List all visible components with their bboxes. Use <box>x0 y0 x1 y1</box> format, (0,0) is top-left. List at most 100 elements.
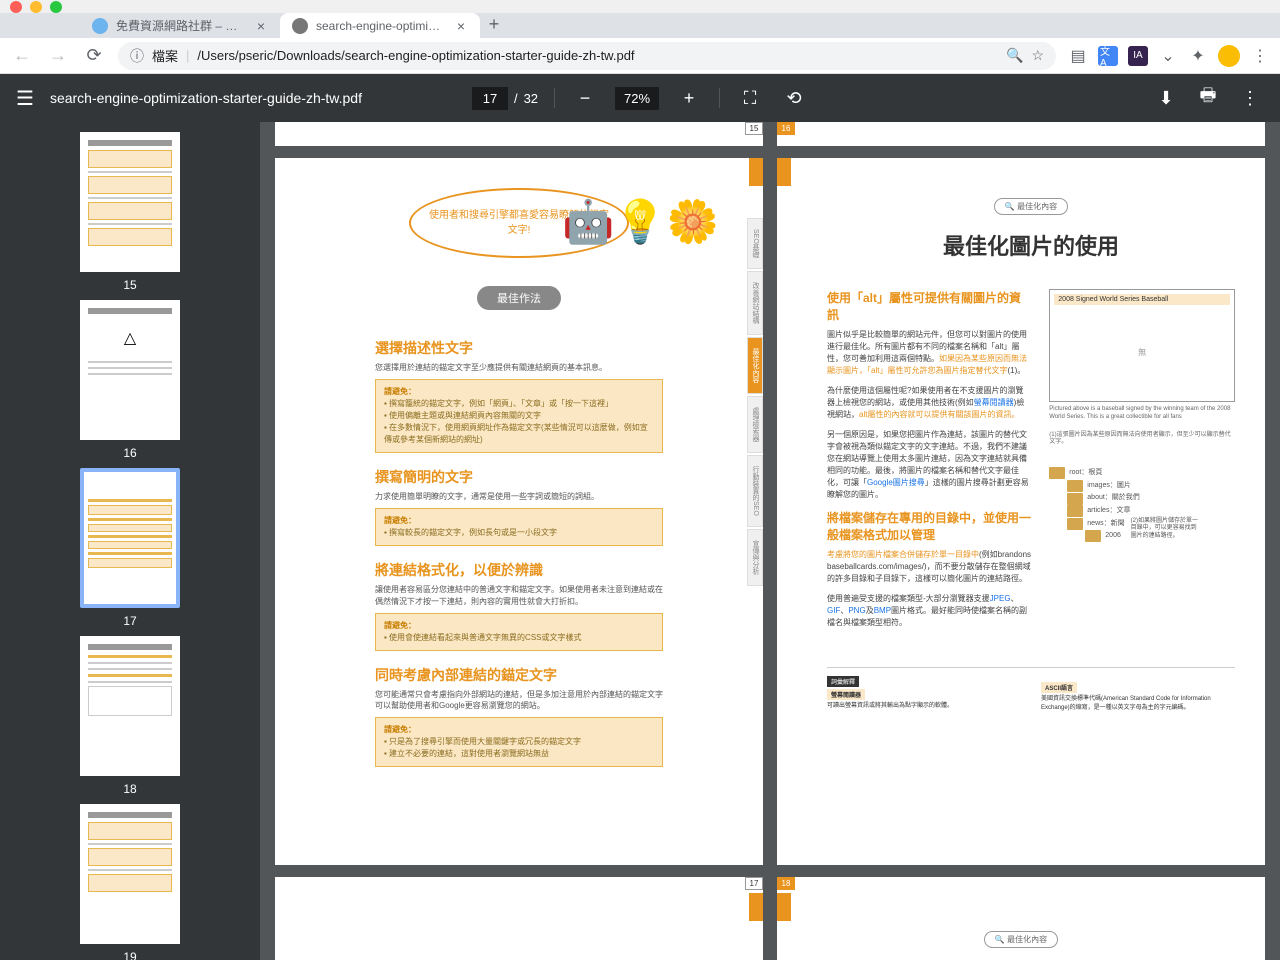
menu-icon[interactable]: ☰ <box>16 86 34 111</box>
pdf-page-16-bottom: 16 <box>777 122 1265 146</box>
thumb-label: 16 <box>123 446 136 460</box>
avoid-box: 請避免：▪ 只是為了搜尋引擎而使用大量關鍵字或冗長的錨定文字▪ 建立不必要的連結… <box>375 717 663 767</box>
more-actions-button[interactable]: ⋮ <box>1236 84 1264 112</box>
extensions-area: ▤ 文A IA ⌄ ✦ ⋮ <box>1068 45 1270 67</box>
section-heading: 將連結格式化，以便於辨識 <box>375 560 663 580</box>
folder-icon <box>1067 493 1083 505</box>
close-tab-icon[interactable]: × <box>254 19 268 33</box>
browser-tab-bar: 免費資源網路社群 – 免費資源指南 × search-engine-optimi… <box>0 13 1280 38</box>
thumbnail-18[interactable]: 18 <box>80 636 180 796</box>
browser-tab-2[interactable]: search-engine-optimization-st × <box>280 13 480 38</box>
info-icon[interactable]: ⓘ <box>130 46 144 66</box>
page-indicator: / 32 <box>472 87 538 110</box>
browser-tab-1[interactable]: 免費資源網路社群 – 免費資源指南 × <box>80 13 280 38</box>
body-text: 另一個原因是，如果您把圖片作為連結，該圖片的替代文字會被視為類似錨定文字的文字連… <box>827 429 1031 501</box>
url-input[interactable]: ⓘ 檔案 | /Users/pseric/Downloads/search-en… <box>118 42 1056 70</box>
thumbnail-19[interactable]: 19 <box>80 804 180 960</box>
address-bar: ← → ⟳ ⓘ 檔案 | /Users/pseric/Downloads/sea… <box>0 38 1280 74</box>
zoom-out-button[interactable]: − <box>571 84 599 112</box>
avoid-box: 請避免：▪ 使用會使連結看起來與普通文字無異的CSS或文字樣式 <box>375 613 663 651</box>
zoom-indicator-icon[interactable]: 🔍 <box>1006 47 1023 64</box>
minimize-window-icon[interactable] <box>30 1 42 13</box>
page-number: 15 <box>745 122 763 135</box>
page-number: 16 <box>777 122 795 135</box>
new-tab-button[interactable]: + <box>480 10 508 38</box>
body-text: 為什麼使用這個屬性呢?如果使用者在不支援圖片的瀏覽器上檢視您的網站，或使用其他技… <box>827 385 1031 421</box>
pdf-viewer: ☰ search-engine-optimization-starter-gui… <box>0 74 1280 960</box>
url-scheme: 檔案 <box>152 46 178 65</box>
body-text: 圖片似乎是比較簡單的網站元件，但您可以對圖片的使用進行最佳化。所有圖片都有不同的… <box>827 329 1031 377</box>
pdf-toolbar: ☰ search-engine-optimization-starter-gui… <box>0 74 1280 122</box>
category-badge: 🔍 最佳化內容 <box>984 931 1058 948</box>
extensions-menu-icon[interactable]: ✦ <box>1188 46 1208 66</box>
robot-icon: 🤖💡🌼 <box>562 198 719 247</box>
rotate-button[interactable]: ⟲ <box>780 84 808 112</box>
translate-icon[interactable]: 文A <box>1098 46 1118 66</box>
thumb-label: 15 <box>123 278 136 292</box>
section-text: 讓使用者容易區分您連結中的普通文字和錨定文字。如果使用者未注意到連結或在偶然情況… <box>375 584 663 606</box>
forward-button[interactable]: → <box>46 44 70 68</box>
image-caption: Pictured above is a baseball signed by t… <box>1049 406 1235 422</box>
url-path: /Users/pseric/Downloads/search-engine-op… <box>197 48 998 63</box>
pdf-page-18: 🔍 最佳化內容 最佳化圖片的使用 使用「alt」屬性可提供有關圖片的資訊 圖片似… <box>777 158 1265 865</box>
section-text: 力求使用簡單明瞭的文字，通常是使用一些字詞或簡短的詞組。 <box>375 491 663 502</box>
print-button[interactable]: 🖶 <box>1194 84 1222 112</box>
section-heading: 將檔案儲存在專用的目錄中，並使用一般檔案格式加以管理 <box>827 509 1031 543</box>
thumb-label: 18 <box>123 782 136 796</box>
image-placeholder: 無 <box>1054 307 1230 397</box>
page-separator: / <box>514 91 518 106</box>
folder-icon <box>1067 505 1083 517</box>
total-pages: 32 <box>524 91 538 106</box>
extension-icon[interactable]: ▤ <box>1068 46 1088 66</box>
section-text: 您可能通常只會考慮指向外部網站的連結，但是多加注意用於內部連結的錨定文字可以幫助… <box>375 689 663 711</box>
tab-title: search-engine-optimization-st <box>316 19 446 33</box>
folder-tree: root：根頁 images：圖片 about：關於我們 articles：文章… <box>1049 467 1235 543</box>
back-button[interactable]: ← <box>10 44 34 68</box>
close-tab-icon[interactable]: × <box>454 19 468 33</box>
page-input[interactable] <box>472 87 508 110</box>
side-tabs: SEO基礎 改善網站結構 最佳化內容 處理檢索器 行動裝置的SEO 宣傳與分析 <box>747 218 763 586</box>
folder-icon <box>1067 518 1083 530</box>
glossary-heading: 詞彙解釋 <box>827 676 859 687</box>
maximize-window-icon[interactable] <box>50 1 62 13</box>
avoid-box: 請避免：▪ 撰寫較長的錨定文字，例如長句或是一小段文字 <box>375 508 663 546</box>
image-title: 2008 Signed World Series Baseball <box>1054 294 1230 305</box>
profile-avatar[interactable] <box>1218 45 1240 67</box>
folder-icon <box>1085 530 1101 542</box>
pdf-page-17: SEO基礎 改善網站結構 最佳化內容 處理檢索器 行動裝置的SEO 宣傳與分析 … <box>275 158 763 865</box>
close-window-icon[interactable] <box>10 1 22 13</box>
page-title: 最佳化圖片的使用 <box>827 229 1235 261</box>
glossary: 詞彙解釋 螢幕閱讀器 可讀出螢幕資訊或將其輸出為點字顯示的軟體。 ASCII語言… <box>827 667 1235 711</box>
extension-icon[interactable]: IA <box>1128 46 1148 66</box>
body-text: 考慮將您的圖片檔案合併儲存於單一目錄中(例如brandons baseballc… <box>827 549 1031 585</box>
best-practice-badge: 最佳作法 <box>477 286 561 310</box>
avoid-box: 請避免： ▪ 撰寫籠統的錨定文字，例如「網頁」、「文章」或「按一下這裡」▪ 使用… <box>375 379 663 453</box>
section-heading: 使用「alt」屬性可提供有關圖片的資訊 <box>827 289 1031 323</box>
thumbnail-16[interactable]: △16 <box>80 300 180 460</box>
fit-page-button[interactable]: ⛶ <box>736 84 764 112</box>
tab-title: 免費資源網路社群 – 免費資源指南 <box>116 17 246 34</box>
page-number: 17 <box>745 877 763 890</box>
bookmark-icon[interactable]: ☆ <box>1031 47 1044 64</box>
thumb-label: 19 <box>123 950 136 960</box>
thumbnail-15[interactable]: 15 <box>80 132 180 292</box>
pdf-page-area[interactable]: 15 16 SEO基礎 改善網站結構 最佳化內容 處理檢索器 <box>260 122 1280 960</box>
reload-button[interactable]: ⟳ <box>82 44 106 68</box>
pocket-icon[interactable]: ⌄ <box>1158 46 1178 66</box>
zoom-in-button[interactable]: + <box>675 84 703 112</box>
section-heading: 撰寫簡明的文字 <box>375 467 663 487</box>
section-heading: 同時考慮內部連結的錨定文字 <box>375 665 663 685</box>
thumb-label: 17 <box>123 614 136 628</box>
page-number: 18 <box>777 877 795 890</box>
chrome-menu-icon[interactable]: ⋮ <box>1250 46 1270 66</box>
image-note: (1)這張圖片因為某些原因而無法向使用者顯示，但至少可以顯示替代文字。 <box>1049 432 1235 448</box>
pdf-page-15-bottom: 15 <box>275 122 763 146</box>
zoom-input[interactable] <box>615 87 659 110</box>
category-badge: 🔍 最佳化內容 <box>994 198 1068 215</box>
favicon-icon <box>292 18 308 34</box>
thumbnail-17[interactable]: 17 <box>80 468 180 628</box>
section-heading: 選擇描述性文字 <box>375 338 663 358</box>
download-button[interactable]: ⬇ <box>1152 84 1180 112</box>
thumbnail-sidebar[interactable]: 15 △16 17 18 19 <box>0 122 260 960</box>
window-controls <box>0 0 1280 13</box>
